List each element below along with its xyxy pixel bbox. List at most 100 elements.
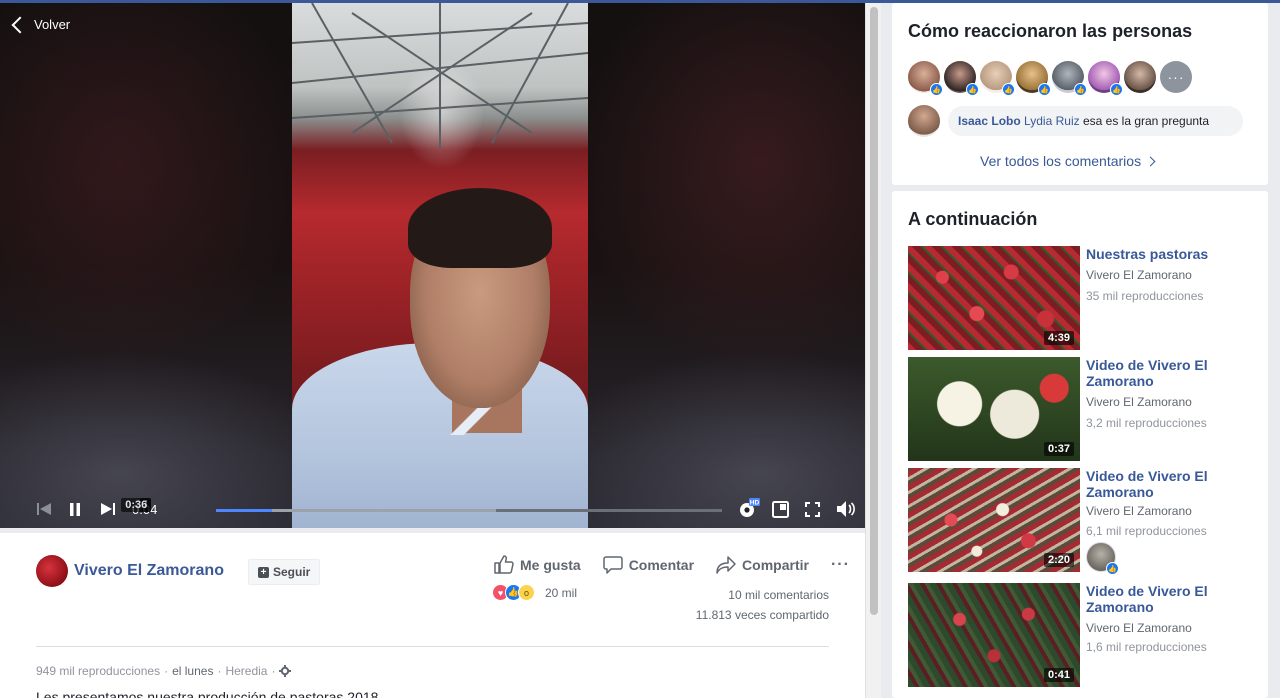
- globe-gear-icon[interactable]: [279, 665, 292, 677]
- duration-badge: 4:39: [1043, 331, 1074, 345]
- reactions-title: Cómo reaccionaron las personas: [908, 21, 1193, 41]
- shares-count[interactable]: 11.813 veces compartido: [696, 605, 829, 625]
- video-stage[interactable]: Volver 0:04 / 0:36 HD: [0, 3, 865, 528]
- video-views: 35 mil reproducciones: [1086, 289, 1204, 303]
- more-options-icon[interactable]: ···: [831, 556, 850, 574]
- duration-badge: 2:20: [1043, 553, 1074, 567]
- view-count: 949 mil reproducciones: [36, 664, 161, 678]
- avatar[interactable]: 👍: [908, 61, 943, 96]
- avatar[interactable]: [1124, 61, 1156, 93]
- like-badge-icon: 👍: [1110, 83, 1123, 96]
- meta-dot: ·: [164, 664, 169, 678]
- video-views: 6,1 mil reproducciones: [1086, 524, 1207, 538]
- video-channel[interactable]: Vivero El Zamorano: [1086, 618, 1192, 638]
- post-location[interactable]: Heredia: [225, 664, 267, 678]
- comments-count[interactable]: 10 mil comentarios: [696, 585, 829, 605]
- video-thumbnail[interactable]: 0:41: [908, 583, 1080, 687]
- video-title[interactable]: Video de Vivero El Zamorano: [1086, 583, 1236, 615]
- like-button[interactable]: Me gusta: [494, 555, 581, 574]
- plus-icon: +: [258, 566, 269, 578]
- post-stats: 10 mil comentarios 11.813 veces comparti…: [696, 585, 829, 625]
- comment-bubble: Isaac Lobo Lydia Ruiz esa es la gran pre…: [948, 106, 1244, 136]
- chevron-left-icon: [11, 16, 29, 33]
- comment-author[interactable]: Isaac Lobo: [958, 114, 1021, 128]
- avatar[interactable]: 👍: [944, 61, 979, 96]
- thumbs-up-icon: [494, 555, 514, 574]
- up-next-item[interactable]: 0:37 Video de Vivero El Zamorano Vivero …: [908, 357, 1258, 461]
- share-label: Compartir: [742, 556, 809, 573]
- commenter-avatar[interactable]: [908, 105, 940, 137]
- reaction-count: 20 mil: [545, 585, 578, 600]
- comment-text: esa es la gran pregunta: [1082, 114, 1210, 128]
- share-button[interactable]: Compartir: [716, 555, 809, 574]
- chevron-right-icon: [1145, 156, 1156, 166]
- video-title[interactable]: Video de Vivero El Zamorano: [1086, 468, 1236, 500]
- up-next-item[interactable]: 2:20 Video de Vivero El Zamorano Vivero …: [908, 468, 1258, 575]
- avatar[interactable]: 👍: [1052, 61, 1087, 96]
- avatar[interactable]: 👍: [1016, 61, 1051, 96]
- back-label: Volver: [34, 17, 71, 32]
- pause-icon[interactable]: [69, 503, 81, 516]
- scrollbar-thumb[interactable]: [870, 7, 878, 615]
- fullscreen-icon[interactable]: [805, 502, 820, 517]
- follow-button[interactable]: + Seguir: [248, 559, 321, 585]
- video-frame[interactable]: [292, 3, 588, 528]
- avatar[interactable]: 👍: [980, 61, 1015, 96]
- more-reactors-icon[interactable]: ···: [1160, 61, 1192, 93]
- progress-bar: [216, 509, 272, 512]
- see-all-comments-link[interactable]: Ver todos los comentarios: [980, 153, 1156, 169]
- scrollbar[interactable]: [865, 3, 881, 698]
- up-next-item[interactable]: 4:39 Nuestras pastoras Vivero El Zamoran…: [908, 246, 1258, 350]
- hd-label: HD: [750, 500, 760, 507]
- comment-button[interactable]: Comentar: [602, 555, 694, 574]
- meta-dot: ·: [217, 664, 222, 678]
- divider: [36, 646, 829, 647]
- video-title[interactable]: Nuestras pastoras: [1086, 246, 1236, 262]
- progress-track[interactable]: [216, 509, 722, 512]
- post-description: Les presentamos nuestra producción de pa…: [36, 689, 379, 698]
- like-badge-icon: 👍: [1002, 83, 1015, 96]
- up-next-title: A continuación: [908, 209, 1038, 229]
- skip-back-icon[interactable]: [36, 502, 52, 516]
- page-avatar[interactable]: [36, 555, 68, 587]
- pip-icon[interactable]: [772, 501, 789, 518]
- video-thumbnail[interactable]: 4:39: [908, 246, 1080, 350]
- avatar[interactable]: 👍: [1088, 61, 1123, 96]
- up-next-card: A continuación 4:39 Nuestras pastoras Vi…: [892, 191, 1268, 698]
- video-channel[interactable]: Vivero El Zamorano: [1086, 501, 1192, 521]
- volume-icon[interactable]: [836, 500, 856, 518]
- video-title[interactable]: Video de Vivero El Zamorano: [1086, 357, 1236, 389]
- skip-forward-icon[interactable]: [100, 502, 116, 516]
- page-name-link[interactable]: Vivero El Zamorano: [74, 562, 224, 580]
- video-thumbnail[interactable]: 2:20: [908, 468, 1080, 572]
- meta-dot: ·: [271, 664, 276, 678]
- like-badge-icon: 👍: [1038, 83, 1051, 96]
- comment-mention[interactable]: Lydia Ruiz: [1024, 114, 1080, 128]
- comment-icon: [602, 556, 623, 574]
- reaction-summary[interactable]: ♥ 👍 o 20 mil: [492, 584, 577, 601]
- player-controls: 0:04 / 0:36 HD: [0, 493, 865, 525]
- greenhouse-roof: [292, 3, 588, 148]
- video-duration: 0:36: [121, 498, 152, 512]
- like-badge-icon: 👍: [1106, 562, 1119, 575]
- duration-badge: 0:37: [1043, 442, 1074, 456]
- video-thumbnail[interactable]: 0:37: [908, 357, 1080, 461]
- friend-avatar[interactable]: 👍: [1086, 542, 1119, 575]
- back-button[interactable]: Volver: [10, 16, 71, 33]
- share-icon: [716, 555, 736, 574]
- video-channel[interactable]: Vivero El Zamorano: [1086, 392, 1192, 412]
- comment-preview: Isaac Lobo Lydia Ruiz esa es la gran pre…: [908, 105, 1244, 137]
- up-next-item[interactable]: 0:41 Video de Vivero El Zamorano Vivero …: [908, 583, 1258, 687]
- video-channel[interactable]: Vivero El Zamorano: [1086, 265, 1192, 285]
- like-badge-icon: 👍: [1074, 83, 1087, 96]
- reactor-avatars: 👍 👍 👍 👍 👍 👍 ···: [908, 61, 1192, 96]
- time-display: 0:04 / 0:36: [121, 498, 157, 517]
- person-hair: [408, 188, 552, 268]
- post-date[interactable]: el lunes: [172, 664, 213, 678]
- video-views: 1,6 mil reproducciones: [1086, 640, 1207, 654]
- like-badge-icon: 👍: [966, 83, 979, 96]
- like-badge-icon: 👍: [930, 83, 943, 96]
- reactions-card: Cómo reaccionaron las personas 👍 👍 👍 👍 👍…: [892, 3, 1268, 185]
- wow-reaction-icon: o: [518, 584, 535, 601]
- settings-hd-icon[interactable]: HD: [738, 498, 760, 520]
